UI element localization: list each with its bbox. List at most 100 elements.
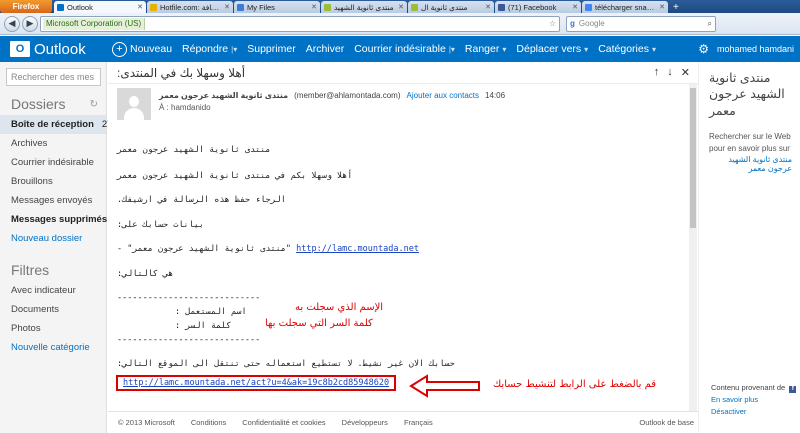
close-tab-icon[interactable]: ✕ — [224, 3, 230, 11]
forum-link[interactable]: http://lamc.mountada.net — [296, 244, 419, 254]
outlook-logo[interactable]: O Outlook — [0, 41, 112, 58]
body-line: منتدى ثانوية الشهيد عرجون معمر — [117, 145, 271, 155]
close-tab-icon[interactable]: ✕ — [572, 3, 578, 11]
activation-link-highlight: http://lamc.mountada.net/act?u=4&ak=19c8… — [116, 375, 397, 391]
sidebar-item-documents[interactable]: Documents — [0, 300, 106, 319]
forward-arrow-icon[interactable]: ▶ — [22, 15, 38, 32]
tab-my-files[interactable]: My Files ✕ — [234, 1, 320, 13]
body-line: بيانات حسابك على: — [117, 220, 204, 230]
body-line: الرجاء حفظ هذه الرسالة في ارشيفك. — [117, 195, 286, 205]
web-search-link[interactable]: منتدى ثانوية الشهيد عرجون معمر — [709, 155, 792, 173]
url-bar[interactable]: Microsoft Corporation (US) ☆ — [40, 15, 560, 32]
folder-label: Boîte de réception — [11, 119, 94, 130]
user-name[interactable]: mohamed hamdani — [717, 44, 794, 54]
dropdown-icon[interactable]: ▾ — [502, 45, 506, 54]
refresh-icon[interactable]: ↻ — [90, 99, 98, 110]
scrollbar-thumb[interactable] — [690, 88, 696, 228]
tab-label: Outlook — [67, 2, 93, 12]
language-link[interactable]: Français — [404, 418, 433, 427]
activation-link[interactable]: http://lamc.mountada.net/act?u=4&ak=19c8… — [123, 378, 389, 388]
move-to-button[interactable]: Déplacer vers ▾ — [516, 43, 588, 55]
files-favicon-icon — [237, 3, 244, 11]
search-icon[interactable]: ⌕ — [708, 19, 712, 29]
junk-button[interactable]: Courrier indésirable |▾ — [354, 43, 455, 55]
firefox-menu-button[interactable]: Firefox — [0, 0, 52, 13]
new-tab-button[interactable]: + — [669, 2, 683, 13]
next-message-arrow-icon[interactable]: ↓ — [667, 66, 673, 79]
recipient-line: À : hamdanido — [159, 103, 211, 112]
heading-label: Filtres — [11, 262, 50, 278]
subject-row: أهلا وسهلا بك في المنتدى: ↑ ↓ ✕ — [108, 62, 698, 84]
sender-name[interactable]: منتدى ثانوية الشهيد عرجون معمر — [159, 91, 288, 100]
developers-link[interactable]: Développeurs — [342, 418, 388, 427]
link-label: Nouveau dossier — [11, 233, 83, 244]
search-placeholder: Google — [578, 19, 605, 28]
previous-message-arrow-icon[interactable]: ↑ — [654, 66, 660, 79]
folder-label: Messages envoyés — [11, 195, 93, 206]
sidebar-item-archives[interactable]: Archives — [0, 134, 106, 153]
back-arrow-icon[interactable]: ◀ — [4, 15, 20, 32]
new-category-link[interactable]: Nouvelle catégorie — [0, 338, 106, 357]
tab-hotfile[interactable]: Hotfile.com: إستضافة ✕ — [147, 1, 233, 13]
tab-forum-1[interactable]: منتدى ثانوية الشهيد ✕ — [321, 1, 407, 13]
close-tab-icon[interactable]: ✕ — [485, 3, 491, 11]
dropdown-icon[interactable]: ▾ — [652, 45, 656, 54]
new-message-button[interactable]: + Nouveau — [112, 41, 172, 57]
add-to-contacts-link[interactable]: Ajouter aux contacts — [407, 91, 479, 100]
separator-line: ---------------------------- — [117, 335, 261, 345]
person-silhouette-icon — [124, 94, 144, 120]
basic-outlook-link[interactable]: Outlook de base — [639, 418, 694, 427]
dropdown-icon[interactable]: |▾ — [231, 45, 237, 54]
mail-search-input[interactable]: Rechercher des mes — [6, 68, 101, 86]
close-tab-icon[interactable]: ✕ — [137, 3, 143, 11]
tab-google-search[interactable]: télécharger snagit - ✕ — [582, 1, 668, 13]
disable-link[interactable]: Désactiver — [711, 407, 746, 416]
categories-button[interactable]: Catégories ▾ — [598, 43, 656, 55]
site-identity-badge[interactable]: Microsoft Corporation (US) — [43, 17, 146, 30]
learn-more-link[interactable]: En savoir plus — [711, 394, 796, 406]
close-tab-icon[interactable]: ✕ — [311, 3, 317, 11]
tab-forum-2[interactable]: منتدى ثانوية ال ✕ — [408, 1, 494, 13]
body-line: أهلا وسهلا بكم في منتدى ثانوية الشهيد عر… — [117, 171, 353, 181]
close-tab-icon[interactable]: ✕ — [659, 3, 665, 11]
sidebar-item-flagged[interactable]: Avec indicateur — [0, 281, 106, 300]
google-icon: g — [570, 19, 575, 28]
command-label: Ranger — [464, 43, 500, 55]
archive-button[interactable]: Archiver — [306, 43, 345, 55]
tab-label: Hotfile.com: إستضافة — [160, 2, 222, 12]
vertical-scrollbar[interactable] — [689, 84, 697, 413]
close-tab-icon[interactable]: ✕ — [398, 3, 404, 11]
tab-outlook[interactable]: Outlook ✕ — [54, 1, 146, 13]
privacy-link[interactable]: Confidentialité et cookies — [242, 418, 325, 427]
sender-email: (member@ahlamontada.com) — [294, 91, 401, 100]
dropdown-icon[interactable]: ▾ — [584, 45, 588, 54]
bookmark-star-icon[interactable]: ☆ — [549, 19, 556, 28]
sidebar-item-deleted[interactable]: Messages supprimés ... — [0, 210, 118, 229]
sidebar-item-drafts[interactable]: Brouillons — [0, 172, 106, 191]
forum-favicon-icon — [411, 3, 418, 11]
browser-navigation-bar: ◀ ▶ Microsoft Corporation (US) ☆ g Googl… — [0, 13, 800, 35]
terms-link[interactable]: Conditions — [191, 418, 226, 427]
tab-label: منتدى ثانوية ال — [421, 2, 468, 12]
sweep-button[interactable]: Ranger ▾ — [465, 43, 506, 55]
close-icon[interactable]: ✕ — [681, 66, 690, 79]
body-line: كلمة السر : — [175, 321, 232, 331]
page-footer: © 2013 Microsoft Conditions Confidential… — [108, 411, 698, 433]
filter-label: Photos — [11, 323, 41, 334]
sidebar-item-sent[interactable]: Messages envoyés — [0, 191, 106, 210]
dropdown-icon[interactable]: |▾ — [449, 45, 455, 54]
site-identity-label: Microsoft Corporation (US) — [46, 19, 142, 28]
sidebar-item-junk[interactable]: Courrier indésirable — [0, 153, 106, 172]
avatar — [117, 88, 151, 120]
reply-button[interactable]: Répondre |▾ — [182, 43, 237, 55]
activation-annotation: قم بالضغط على الرابط لتنشيط حسابك — [493, 379, 657, 390]
delete-button[interactable]: Supprimer — [247, 43, 295, 55]
sidebar-item-photos[interactable]: Photos — [0, 319, 106, 338]
tab-label: (71) Facebook — [508, 2, 557, 12]
sidebar-item-inbox[interactable]: Boîte de réception 270 — [0, 115, 118, 134]
browser-search-box[interactable]: g Google ⌕ — [566, 15, 716, 32]
outlook-logo-icon: O — [10, 41, 30, 57]
tab-facebook[interactable]: (71) Facebook ✕ — [495, 1, 581, 13]
new-folder-link[interactable]: Nouveau dossier — [0, 229, 106, 248]
gear-icon[interactable]: ⚙ — [698, 42, 709, 56]
